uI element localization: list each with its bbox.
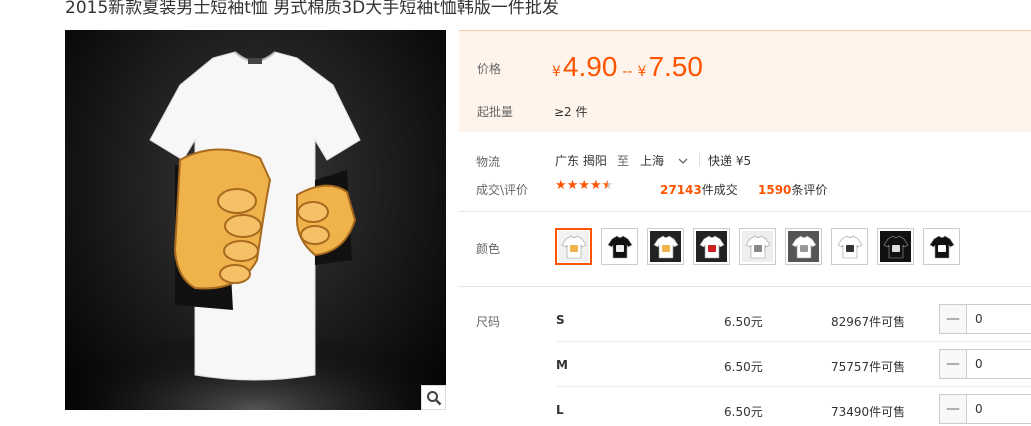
review-suffix: 条评价: [791, 183, 828, 197]
decrease-button[interactable]: —: [940, 305, 967, 333]
tshirt-thumbnail: [604, 231, 635, 262]
ship-to-value: 上海: [640, 154, 665, 168]
deal-suffix: 件成交: [701, 183, 738, 197]
color-swatch[interactable]: [601, 228, 638, 265]
product-title: 2015新款夏装男士短袖t恤 男式棉质3D大手短袖t恤韩版一件批发: [65, 0, 559, 18]
decrease-button[interactable]: —: [940, 395, 967, 423]
size-price: 6.50元: [724, 315, 763, 329]
color-swatch[interactable]: [785, 228, 822, 265]
minus-icon: —: [946, 311, 960, 327]
zoom-button[interactable]: [421, 385, 446, 410]
shipping-fee: 快递 ¥5: [708, 154, 752, 168]
tshirt-thumbnail: [696, 231, 727, 262]
size-stock: 82967件可售: [831, 315, 906, 329]
divider: [459, 211, 1031, 212]
price-label: 价格: [477, 62, 502, 76]
size-price: 6.50元: [724, 405, 763, 419]
chevron-down-icon: [678, 158, 688, 164]
search-icon: [426, 390, 441, 405]
quantity-stepper: — 0: [939, 304, 1031, 334]
star-icon: ★: [555, 178, 567, 193]
color-swatch[interactable]: [923, 228, 960, 265]
size-stock: 75757件可售: [831, 360, 906, 374]
color-swatch[interactable]: [647, 228, 684, 265]
tshirt-thumbnail: [788, 231, 819, 262]
tshirt-thumbnail: [558, 231, 589, 262]
color-swatch[interactable]: [877, 228, 914, 265]
quantity-stepper: — 0: [939, 349, 1031, 379]
quantity-input[interactable]: 0: [967, 305, 1031, 333]
size-stock: 73490件可售: [831, 405, 906, 419]
color-swatch[interactable]: [739, 228, 776, 265]
tshirt-thumbnail: [742, 231, 773, 262]
review-count-link[interactable]: 1590条评价: [758, 181, 827, 198]
minus-icon: —: [946, 401, 960, 417]
quantity-stepper: — 0: [939, 394, 1031, 424]
price-range: ¥ 4.90 -- ¥ 7.50: [552, 51, 703, 83]
ship-to-select[interactable]: 上海: [640, 152, 688, 169]
separator: [699, 153, 700, 166]
product-main-image[interactable]: [65, 30, 446, 410]
ship-from: 广东 揭阳: [555, 154, 607, 168]
color-swatch[interactable]: [555, 228, 592, 265]
tshirt-thumbnail: [880, 231, 911, 262]
deals-label: 成交\评价: [476, 183, 529, 197]
price-separator: --: [622, 64, 633, 80]
star-icon: ★: [566, 178, 579, 193]
price-panel: 价格 ¥ 4.90 -- ¥ 7.50 起批量 ≥2 件: [459, 30, 1031, 132]
divider: [459, 286, 1031, 287]
logistics-label: 物流: [476, 155, 501, 169]
tshirt-thumbnail: [650, 231, 681, 262]
review-count: 1590: [758, 183, 792, 197]
minus-icon: —: [946, 356, 960, 372]
size-name: M: [556, 358, 568, 372]
color-swatch[interactable]: [693, 228, 730, 265]
tshirt-thumbnail: [926, 231, 957, 262]
decrease-button[interactable]: —: [940, 350, 967, 378]
min-order-label: 起批量: [477, 105, 514, 119]
currency-symbol: ¥: [637, 64, 647, 80]
ship-to-word: 至: [617, 154, 630, 168]
row-divider: [556, 341, 1031, 342]
deal-count-link[interactable]: 27143件成交: [660, 181, 738, 198]
quantity-input[interactable]: 0: [967, 350, 1031, 378]
rating-stars: ★ ★ ★ ★ ★: [555, 179, 613, 193]
deal-count: 27143: [660, 183, 702, 197]
size-name: L: [556, 403, 564, 417]
currency-symbol: ¥: [552, 64, 561, 80]
star-icon: ★: [578, 178, 590, 193]
size-label: 尺码: [476, 315, 501, 329]
price-high: 7.50: [648, 51, 703, 82]
size-name: S: [556, 313, 565, 327]
quantity-input[interactable]: 0: [967, 395, 1031, 423]
min-order-value: ≥2 件: [554, 105, 588, 119]
color-label: 颜色: [476, 242, 501, 256]
size-price: 6.50元: [724, 360, 763, 374]
row-divider: [556, 386, 1031, 387]
tshirt-thumbnail: [834, 231, 865, 262]
price-low: 4.90: [562, 51, 618, 82]
star-icon: ★: [589, 178, 602, 193]
half-star-icon: ★: [601, 178, 614, 193]
color-swatch[interactable]: [831, 228, 868, 265]
